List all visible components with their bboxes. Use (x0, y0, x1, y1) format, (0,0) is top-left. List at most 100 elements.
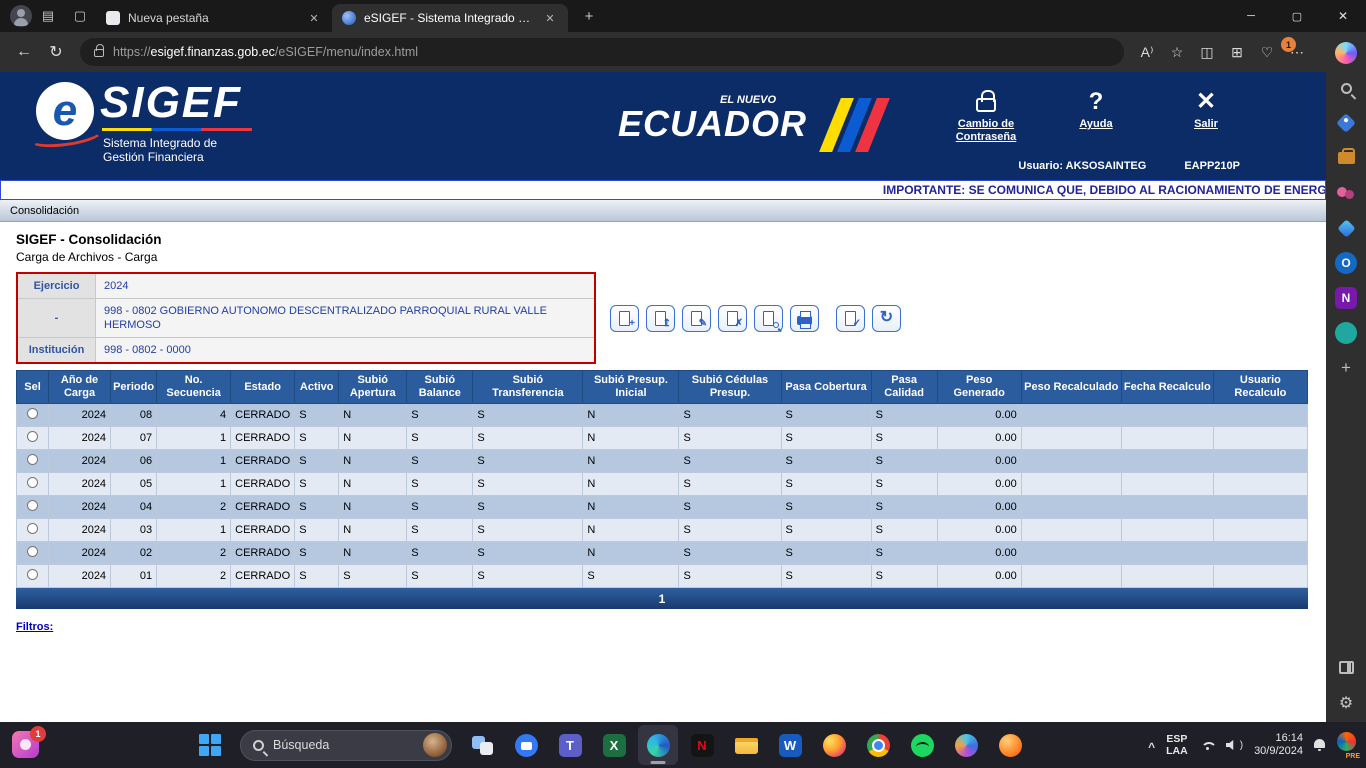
more-menu-icon[interactable]: ⋯ 1 (1282, 36, 1312, 68)
address-bar[interactable]: https://esigef.finanzas.gob.ec/eSIGEF/me… (80, 38, 1124, 66)
new-tab-button[interactable]: + (576, 8, 602, 25)
sidebar-search-icon[interactable] (1335, 77, 1357, 99)
netflix-button[interactable]: N (682, 725, 722, 765)
row-select-radio[interactable] (27, 546, 38, 557)
logout-icon: ✕ (1196, 86, 1216, 114)
workspaces-icon[interactable]: ▤ (32, 3, 64, 29)
process-button[interactable]: ↻ (872, 305, 901, 332)
esigef-logo-text: SIGEF (100, 78, 242, 128)
app-orange-button[interactable] (990, 725, 1030, 765)
split-screen-icon[interactable]: ◫ (1192, 36, 1222, 68)
shopping-icon[interactable] (1335, 112, 1357, 134)
row-select-cell (17, 496, 49, 519)
back-button[interactable]: ← (8, 36, 40, 68)
tray-expand-icon[interactable]: ^ (1148, 740, 1155, 754)
language-indicator[interactable]: ESP LAA (1166, 733, 1188, 757)
row-select-radio[interactable] (27, 454, 38, 465)
collections-icon[interactable]: ⊞ (1222, 36, 1252, 68)
print-button[interactable] (790, 305, 819, 332)
pencil-overlay-icon: ✎ (699, 319, 707, 329)
tab-close-icon[interactable]: ✕ (542, 12, 558, 25)
table-row: 2024071CERRADOSNSSNSSS0.00 (17, 427, 1308, 450)
table-cell: 1 (157, 519, 231, 542)
edge-icon (647, 734, 670, 757)
new-tab-favicon (106, 11, 120, 25)
close-button[interactable]: ✕ (1320, 0, 1366, 32)
table-cell: S (679, 496, 781, 519)
start-button[interactable] (190, 725, 230, 765)
table-cell: CERRADO (231, 565, 295, 588)
minimize-button[interactable]: ─ (1228, 0, 1274, 32)
table-cell: S (407, 565, 473, 588)
maximize-button[interactable]: ▢ (1274, 0, 1320, 32)
page-number[interactable]: 1 (659, 592, 666, 606)
chat-button[interactable] (506, 725, 546, 765)
table-row: 2024042CERRADOSNSSNSSS0.00 (17, 496, 1308, 519)
row-select-radio[interactable] (27, 477, 38, 488)
app-colored-button[interactable] (946, 725, 986, 765)
onenote-icon[interactable]: N (1335, 287, 1357, 309)
sidebar-settings-icon[interactable]: ⚙ (1335, 692, 1357, 714)
change-password-link[interactable]: Cambio de Contraseña (946, 86, 1026, 144)
tab-nueva-pestana[interactable]: Nueva pestaña ✕ (96, 4, 332, 32)
approve-document-button[interactable]: ✓ (836, 305, 865, 332)
spotify-button[interactable] (902, 725, 942, 765)
widgets-badge: 1 (30, 726, 46, 742)
firefox-button[interactable] (814, 725, 854, 765)
create-document-button[interactable]: + (610, 305, 639, 332)
profile-avatar[interactable] (10, 5, 32, 27)
row-select-radio[interactable] (27, 523, 38, 534)
outlook-icon[interactable]: O (1335, 252, 1357, 274)
wifi-icon[interactable] (1199, 739, 1215, 751)
teams-button[interactable]: T (550, 725, 590, 765)
logout-link[interactable]: ✕ Salir (1166, 86, 1246, 144)
copilot-icon[interactable] (1335, 42, 1357, 64)
filters-link[interactable]: Filtros: (16, 621, 53, 633)
menu-item-consolidacion[interactable]: Consolidación (6, 205, 83, 217)
page-content: e SIGEF Sistema Integrado de Gestión Fin… (0, 72, 1326, 722)
sidebar-panel-icon[interactable] (1335, 656, 1357, 678)
row-select-radio[interactable] (27, 408, 38, 419)
table-cell (1021, 519, 1121, 542)
pre-tray-app[interactable]: PRE (1336, 730, 1358, 760)
tab-actions-icon[interactable]: ▢ (64, 3, 96, 29)
file-explorer-button[interactable] (726, 725, 766, 765)
table-cell: S (473, 404, 583, 427)
browser-essentials-icon[interactable]: ♡ (1252, 36, 1282, 68)
windows-logo-icon (199, 734, 221, 756)
clock[interactable]: 16:14 30/9/2024 (1254, 732, 1303, 758)
chrome-button[interactable] (858, 725, 898, 765)
word-button[interactable]: W (770, 725, 810, 765)
read-aloud-icon[interactable]: A⁾ (1132, 36, 1162, 68)
designer-icon[interactable] (1335, 217, 1357, 239)
delete-document-button[interactable]: ✗ (718, 305, 747, 332)
row-select-radio[interactable] (27, 500, 38, 511)
help-link[interactable]: ? Ayuda (1056, 86, 1136, 144)
page-subtitle: Carga de Archivos - Carga (16, 250, 1326, 264)
games-icon[interactable] (1335, 322, 1357, 344)
excel-button[interactable]: X (594, 725, 634, 765)
add-favorite-icon[interactable]: ☆ (1162, 36, 1192, 68)
notifications-bell-icon[interactable] (1314, 739, 1325, 751)
search-daily-image (423, 733, 447, 757)
row-select-radio[interactable] (27, 569, 38, 580)
search-document-button[interactable] (754, 305, 783, 332)
people-icon[interactable] (1335, 182, 1357, 204)
upload-document-button[interactable]: ↥ (646, 305, 675, 332)
table-cell: 06 (111, 450, 157, 473)
taskbar-left: 1 (12, 731, 39, 758)
widgets-icon[interactable]: 1 (12, 731, 39, 758)
edit-document-button[interactable]: ✎ (682, 305, 711, 332)
excel-icon: X (603, 734, 626, 757)
task-view-button[interactable] (462, 725, 502, 765)
row-select-radio[interactable] (27, 431, 38, 442)
tools-icon[interactable] (1335, 147, 1357, 169)
tab-esigef[interactable]: eSIGEF - Sistema Integrado de G ✕ (332, 4, 568, 32)
add-sidebar-app-icon[interactable]: + (1335, 357, 1357, 379)
refresh-button[interactable]: ↻ (40, 36, 72, 68)
volume-control[interactable]: ) (1226, 739, 1243, 751)
tab-close-icon[interactable]: ✕ (306, 12, 322, 25)
taskbar-search[interactable]: Búsqueda (240, 730, 452, 761)
esigef-header: e SIGEF Sistema Integrado de Gestión Fin… (0, 72, 1326, 180)
edge-button[interactable] (638, 725, 678, 765)
